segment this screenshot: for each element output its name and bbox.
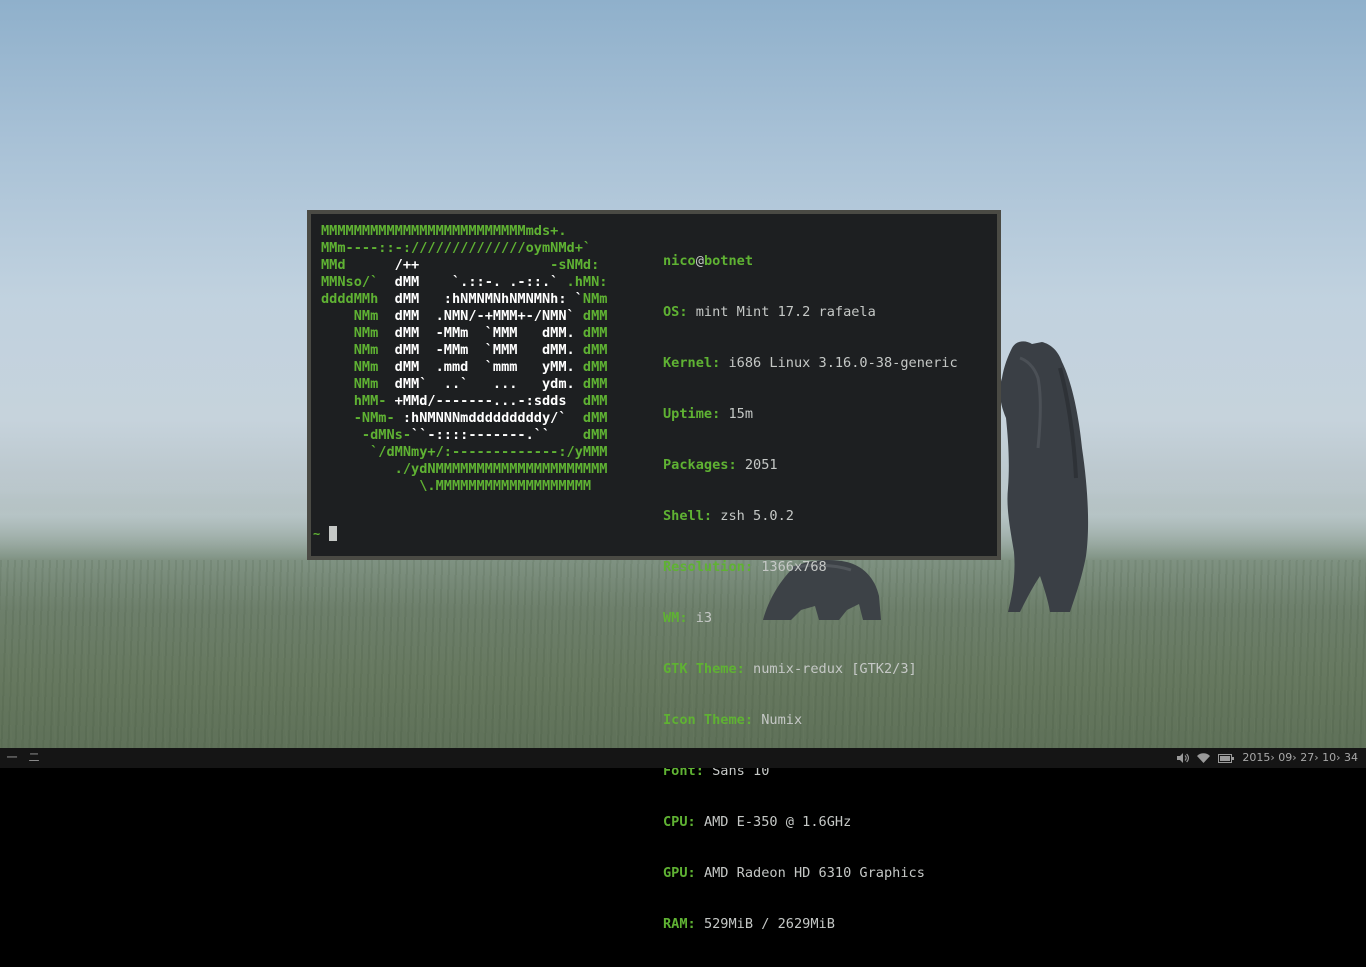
info-key: OS: xyxy=(663,304,688,320)
text-cursor xyxy=(329,526,338,541)
info-value: AMD E-350 @ 1.6GHz xyxy=(703,814,852,830)
info-icon-theme: Icon Theme: Numix xyxy=(663,712,958,729)
info-value: AMD Radeon HD 6310 Graphics xyxy=(703,865,925,881)
username: nico xyxy=(663,253,696,269)
info-value: 1366x768 xyxy=(761,559,827,575)
prompt-directory: ~ xyxy=(313,527,321,541)
workspace-2-button[interactable]: 二 xyxy=(27,748,41,768)
hostname: botnet xyxy=(703,253,754,269)
info-key: GTK Theme: xyxy=(663,661,745,677)
logo-line: ./ydNMMMMMMMMMMMMMMMMMMMMM xyxy=(321,461,608,477)
info-value: numix-redux [GTK2/3] xyxy=(753,661,917,677)
info-uptime: Uptime: 15m xyxy=(663,406,958,423)
ascii-logo: MMMMMMMMMMMMMMMMMMMMMMMMMmds+. MMm----::… xyxy=(321,223,608,494)
info-key: Uptime: xyxy=(663,406,721,422)
at-sign: @ xyxy=(695,253,704,269)
system-info: nico@botnet OS: mint Mint 17.2 rafaela K… xyxy=(663,219,958,967)
info-value: Numix xyxy=(761,712,803,728)
info-kernel: Kernel: i686 Linux 3.16.0-38-generic xyxy=(663,355,958,372)
info-gpu: GPU: AMD Radeon HD 6310 Graphics xyxy=(663,865,958,882)
info-resolution: Resolution: 1366x768 xyxy=(663,559,958,576)
bear-right xyxy=(998,338,1094,618)
system-tray: 2015› 09› 27› 10› 34 xyxy=(1177,748,1358,768)
info-value: zsh 5.0.2 xyxy=(720,508,794,524)
info-key: Packages: xyxy=(663,457,737,473)
info-ram: RAM: 529MiB / 2629MiB xyxy=(663,916,958,933)
logo-line: MMMMMMMMMMMMMMMMMMMMMMMMMmds+. xyxy=(321,223,567,239)
info-key: Kernel: xyxy=(663,355,721,371)
logo-line: \.MMMMMMMMMMMMMMMMMMM xyxy=(321,478,592,494)
info-value: i3 xyxy=(695,610,713,626)
terminal-window[interactable]: MMMMMMMMMMMMMMMMMMMMMMMMMmds+. MMm----::… xyxy=(307,210,1001,932)
info-key: GPU: xyxy=(663,865,696,881)
volume-icon[interactable] xyxy=(1177,748,1190,768)
info-key: Shell: xyxy=(663,508,713,524)
user-host: nico@botnet xyxy=(663,253,958,270)
info-key: Resolution: xyxy=(663,559,754,575)
shell-prompt[interactable]: ~ xyxy=(313,526,338,543)
info-value: i686 Linux 3.16.0-38-generic xyxy=(728,355,958,371)
info-value: mint Mint 17.2 rafaela xyxy=(695,304,876,320)
status-bar: 一 二 2015› 09› 27› 10› 34 xyxy=(0,748,1366,768)
info-gtk-theme: GTK Theme: numix-redux [GTK2/3] xyxy=(663,661,958,678)
logo-line: MMm----::-://////////////oymNMd+` xyxy=(321,240,592,256)
info-key: CPU: xyxy=(663,814,696,830)
logo-line: `/dMNmy+/:-------------:/yMMM xyxy=(321,444,608,460)
clock[interactable]: 2015› 09› 27› 10› 34 xyxy=(1242,748,1358,768)
info-wm: WM: i3 xyxy=(663,610,958,627)
info-key: RAM: xyxy=(663,916,696,932)
info-key: WM: xyxy=(663,610,688,626)
info-key: Icon Theme: xyxy=(663,712,754,728)
info-packages: Packages: 2051 xyxy=(663,457,958,474)
workspace-1-button[interactable]: 一 xyxy=(5,748,19,768)
info-shell: Shell: zsh 5.0.2 xyxy=(663,508,958,525)
wifi-icon[interactable] xyxy=(1197,748,1211,768)
battery-icon[interactable] xyxy=(1218,748,1235,768)
info-cpu: CPU: AMD E-350 @ 1.6GHz xyxy=(663,814,958,831)
info-value: 529MiB / 2629MiB xyxy=(703,916,835,932)
info-os: OS: mint Mint 17.2 rafaela xyxy=(663,304,958,321)
info-value: 15m xyxy=(728,406,754,422)
info-value: 2051 xyxy=(744,457,778,473)
